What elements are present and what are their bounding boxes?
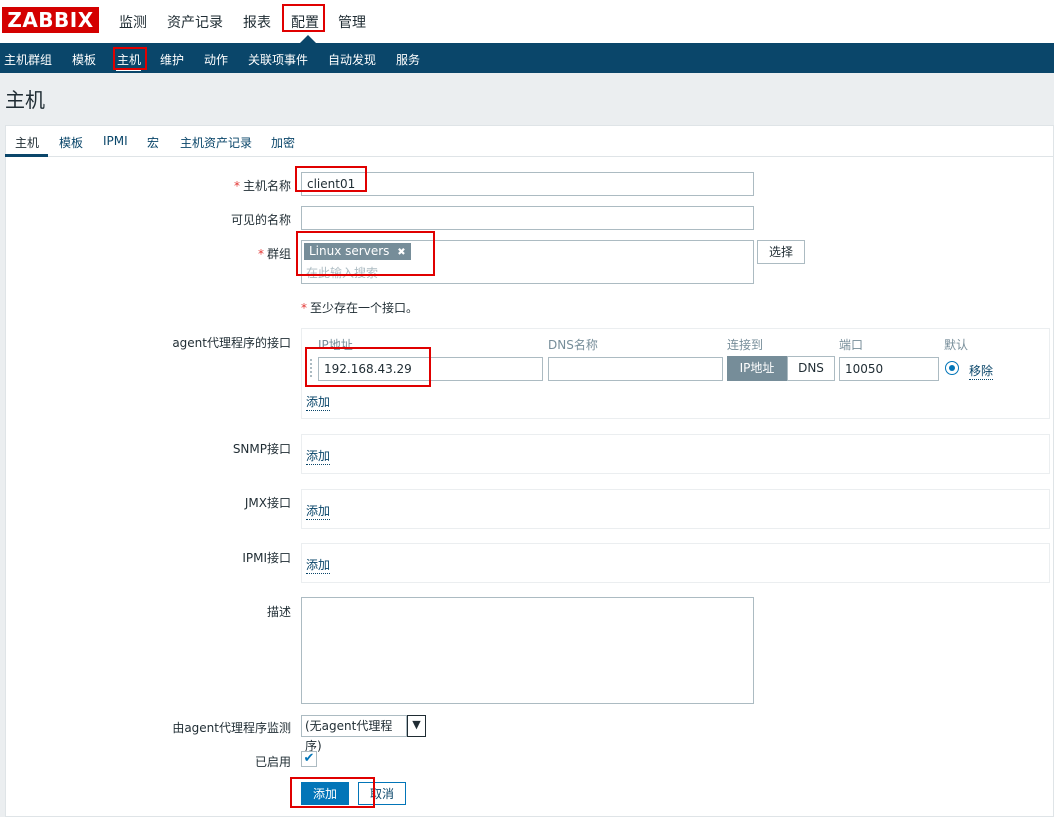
groups-label: * 群组: [257, 247, 291, 261]
page-title: 主机: [5, 88, 45, 112]
default-interface-radio[interactable]: [945, 361, 959, 375]
remove-interface-link[interactable]: 移除: [969, 362, 994, 380]
snmp-interfaces-box: [301, 434, 1050, 474]
subnav-event-correlation[interactable]: 关联项事件: [248, 51, 308, 68]
tab-templates[interactable]: 模板: [59, 134, 83, 151]
jmx-interfaces-box: [301, 489, 1050, 529]
ipmi-interfaces-box: [301, 543, 1050, 583]
nav-monitoring[interactable]: 监测: [119, 12, 147, 32]
add-ipmi-interface-link[interactable]: 添加: [306, 556, 331, 574]
cancel-button[interactable]: 取消: [358, 782, 406, 805]
visible-name-input[interactable]: [301, 206, 754, 230]
groups-search-placeholder[interactable]: 在此输入搜索: [306, 264, 378, 281]
zabbix-logo[interactable]: ZABBIX: [2, 7, 99, 33]
subnav-host-groups[interactable]: 主机群组: [4, 51, 52, 68]
chevron-down-icon[interactable]: ▼: [407, 715, 426, 737]
remove-tag-icon[interactable]: ✖: [397, 247, 405, 258]
nav-configuration[interactable]: 配置: [291, 12, 319, 32]
ip-address-input[interactable]: 192.168.43.29: [318, 357, 543, 381]
host-name-label: * 主机名称: [233, 179, 291, 193]
subnav-actions[interactable]: 动作: [204, 51, 228, 68]
nav-inventory[interactable]: 资产记录: [167, 12, 223, 32]
port-input[interactable]: 10050: [839, 357, 939, 381]
ipmi-interfaces-label: IPMI接口: [242, 551, 291, 565]
tab-macros[interactable]: 宏: [147, 134, 159, 151]
tab-ipmi[interactable]: IPMI: [103, 134, 128, 148]
connect-column-header: 连接到: [727, 338, 764, 352]
subnav-services[interactable]: 服务: [396, 51, 420, 68]
required-asterisk: *: [233, 179, 240, 193]
subnav-templates[interactable]: 模板: [72, 51, 96, 68]
connect-dns-button[interactable]: DNS: [787, 356, 835, 381]
snmp-interfaces-label: SNMP接口: [232, 442, 291, 456]
host-name-input[interactable]: client01: [301, 172, 754, 196]
tab-encryption[interactable]: 加密: [271, 134, 295, 151]
monitored-by-proxy-label: 由agent代理程序监测: [172, 721, 291, 735]
active-nav-caret: [300, 35, 316, 43]
tabs-divider: [5, 156, 1054, 157]
top-header: [0, 0, 1054, 43]
description-label: 描述: [266, 605, 291, 619]
required-asterisk: *: [257, 247, 264, 261]
enabled-label: 已启用: [254, 755, 291, 769]
sub-navigation-bar: [0, 43, 1054, 73]
add-snmp-interface-link[interactable]: 添加: [306, 447, 331, 465]
agent-interfaces-label: agent代理程序的接口: [172, 336, 291, 350]
visible-name-label: 可见的名称: [230, 213, 291, 227]
proxy-select[interactable]: (无agent代理程序): [301, 715, 407, 753]
add-agent-interface-link[interactable]: 添加: [306, 393, 331, 411]
nav-administration[interactable]: 管理: [338, 12, 366, 32]
nav-reports[interactable]: 报表: [243, 12, 271, 32]
group-tag-linux-servers: Linux servers ✖: [304, 243, 411, 260]
tab-host[interactable]: 主机: [15, 134, 39, 151]
select-groups-button[interactable]: 选择: [757, 240, 805, 264]
enabled-checkbox[interactable]: ✔: [301, 751, 317, 767]
default-column-header: 默认: [944, 338, 969, 352]
active-subnav-underline: [116, 68, 141, 71]
tab-host-inventory[interactable]: 主机资产记录: [180, 134, 252, 151]
dns-column-header: DNS名称: [548, 338, 598, 352]
dns-name-input[interactable]: [548, 357, 723, 381]
ip-column-header: IP地址: [318, 338, 353, 352]
jmx-interfaces-label: JMX接口: [244, 496, 291, 510]
drag-handle-icon[interactable]: [310, 359, 315, 377]
active-tab-underline: [5, 154, 48, 157]
subnav-hosts[interactable]: 主机: [117, 51, 141, 68]
connect-ip-button[interactable]: IP地址: [727, 356, 787, 381]
interface-requirement-note: * 至少存在一个接口。: [301, 301, 419, 315]
subnav-discovery[interactable]: 自动发现: [328, 51, 376, 68]
description-textarea[interactable]: [301, 597, 754, 704]
add-host-button[interactable]: 添加: [301, 782, 349, 805]
subnav-maintenance[interactable]: 维护: [160, 51, 184, 68]
add-jmx-interface-link[interactable]: 添加: [306, 502, 331, 520]
port-column-header: 端口: [839, 338, 864, 352]
